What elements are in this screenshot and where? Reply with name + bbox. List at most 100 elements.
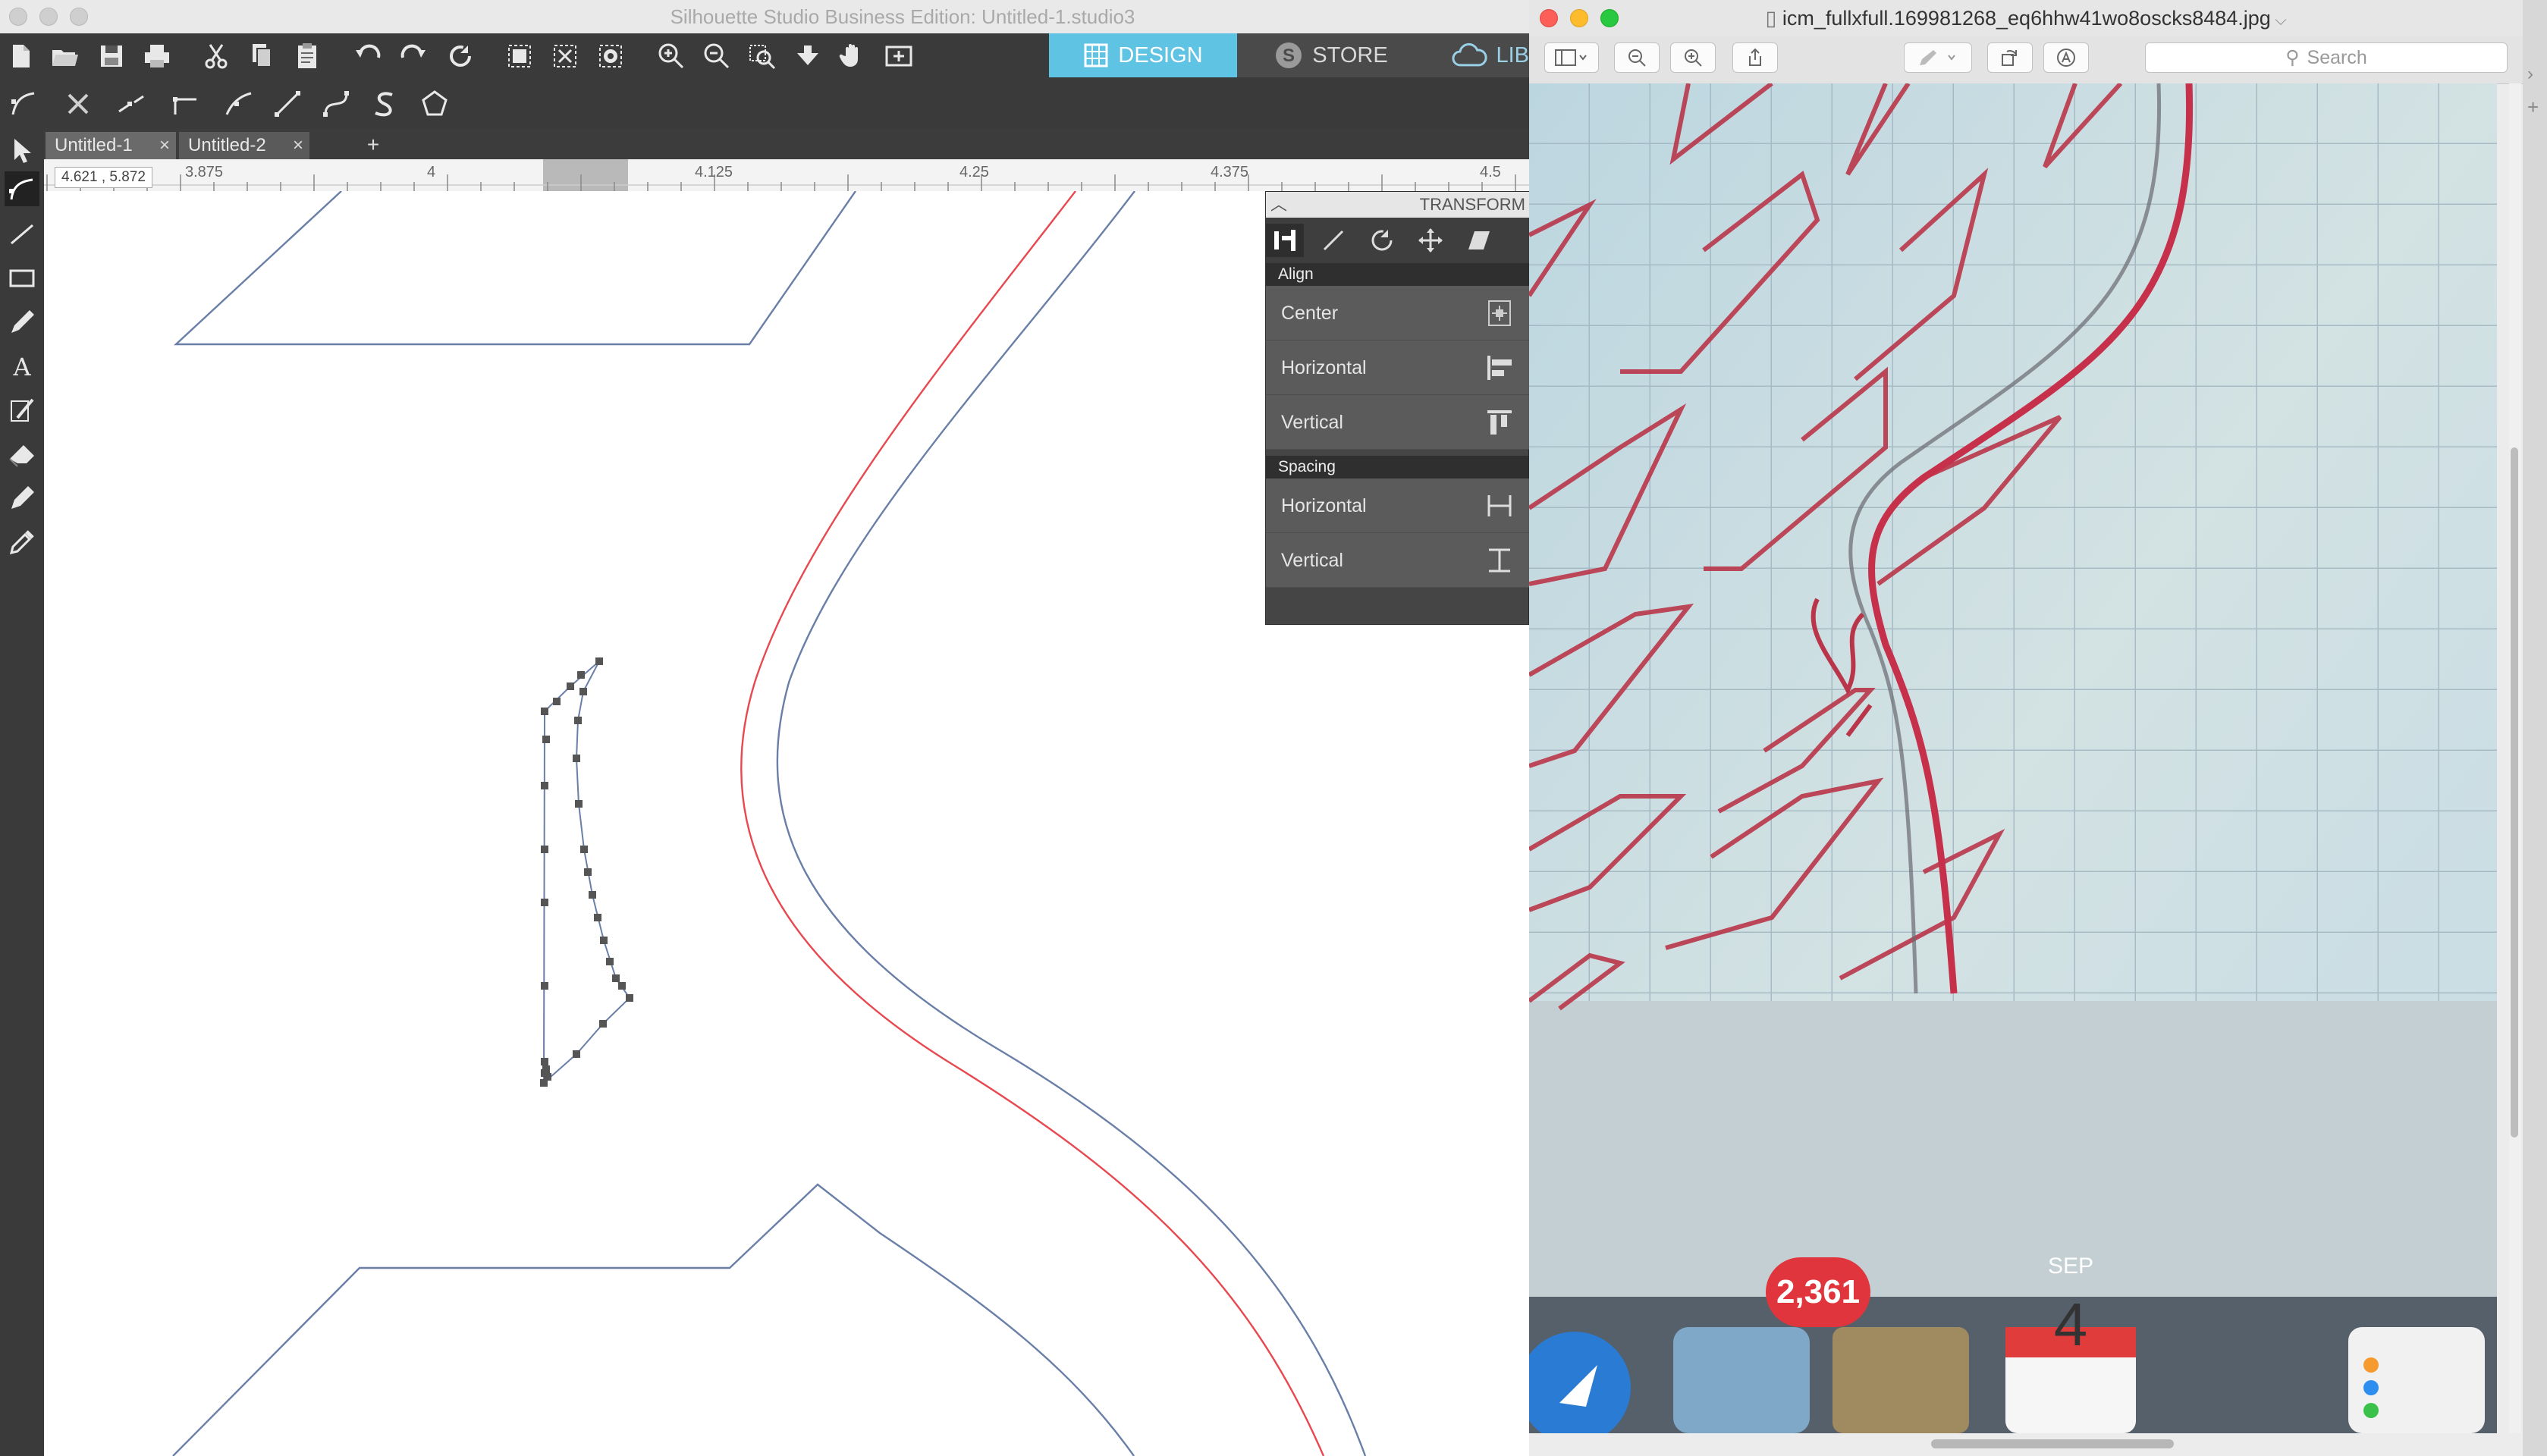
add-tab-button[interactable]: + [360,132,387,159]
pan-hand-icon[interactable] [836,39,871,74]
paste-icon[interactable] [290,39,325,74]
spacing-vertical-row[interactable]: Vertical [1266,533,1529,588]
zoom-selection-icon[interactable] [745,39,780,74]
markup-pen-icon[interactable] [1904,42,1972,73]
edit-point-handle [574,717,582,724]
plus-icon[interactable]: + [2527,96,2539,119]
tab-library[interactable]: LIB [1425,33,1529,77]
vertical-scrollbar[interactable] [2509,83,2521,1433]
knife-tool-icon[interactable] [5,393,39,428]
share-icon[interactable] [1732,42,1778,73]
edit-point-handle [544,1073,551,1081]
print-icon[interactable] [140,39,174,74]
background-window-edge: › + [2523,0,2547,1456]
redo-icon[interactable] [396,39,431,74]
edit-point-handle [541,846,548,853]
close-tab-icon[interactable]: × [293,132,303,159]
edit-point-handle [541,782,548,789]
align-horizontal-row[interactable]: Horizontal [1266,340,1529,395]
eyedropper-tool-icon[interactable] [5,525,39,560]
chevron-right-icon[interactable]: › [2527,64,2533,85]
select-arrow-icon[interactable] [5,133,39,168]
zoom-in-icon[interactable] [654,39,689,74]
group-icon[interactable] [502,39,537,74]
make-corner-icon[interactable] [168,86,203,121]
text-tool-icon[interactable]: A [5,349,39,384]
align-horizontal-label: Horizontal [1281,357,1367,378]
rotate-tab-icon[interactable] [1363,224,1401,257]
align-center-row[interactable]: Center [1266,286,1529,340]
align-vertical-label: Vertical [1281,412,1343,433]
markup-toolbar-icon[interactable] [2043,42,2089,73]
sidebar-toggle-icon[interactable] [1544,42,1599,73]
spacing-horizontal-row[interactable]: Horizontal [1266,479,1529,533]
align-left-icon[interactable] [1484,353,1515,383]
align-top-icon[interactable] [1484,407,1515,438]
delete-point-icon[interactable] [61,86,96,121]
ruler-label: 3.875 [185,164,224,180]
straighten-segment-icon[interactable] [270,86,305,121]
scale-tab-icon[interactable] [1314,224,1352,257]
curve-segment-icon[interactable] [319,86,353,121]
tab-store[interactable]: S STORE [1237,33,1425,77]
ruler-label: 4.5 [1480,164,1501,180]
calendar-month: SEP [2047,1254,2094,1279]
preview-file-title[interactable]: ▯ icm_fullxfull.169981268_eq6hhw41wo8osc… [1529,0,2523,36]
edit-point-handle [573,1050,580,1058]
break-path-icon[interactable] [114,86,149,121]
ungroup-icon[interactable] [548,39,583,74]
move-tab-icon[interactable] [1412,224,1449,257]
align-vertical-row[interactable]: Vertical [1266,395,1529,450]
zoom-out-icon[interactable] [1614,42,1660,73]
edit-points-icon[interactable] [6,86,41,121]
align-tab-icon[interactable] [1266,224,1304,257]
make-smooth-icon[interactable] [221,86,256,121]
space-vertical-icon[interactable] [1484,545,1515,576]
cut-icon[interactable] [199,39,234,74]
svg-text:A: A [12,353,31,381]
freehand-tool-icon[interactable] [5,305,39,340]
shear-tab-icon[interactable] [1460,224,1498,257]
close-tab-icon[interactable]: × [159,132,170,159]
rectangle-tool-icon[interactable] [5,261,39,296]
cloud-icon [1452,42,1487,67]
shape-outline-top [173,191,856,346]
edit-point-handle [577,671,585,679]
pen-tool-icon[interactable] [5,481,39,516]
add-page-icon[interactable] [881,39,916,74]
line-tool-icon[interactable] [5,217,39,252]
save-icon[interactable] [94,39,129,74]
align-center-icon[interactable] [1484,298,1515,328]
svg-text:S: S [1283,46,1295,66]
edit-point-handle [541,899,548,906]
copy-icon[interactable] [244,39,279,74]
point-edit-tool-icon[interactable] [5,171,39,206]
horizontal-scroll-thumb[interactable] [1931,1439,2174,1448]
selected-sliver-shape[interactable] [540,657,633,1087]
search-input[interactable]: ⚲ Search [2145,42,2508,73]
tab-untitled-1[interactable]: Untitled-1 × [46,132,176,159]
space-horizontal-icon[interactable] [1484,491,1515,521]
collapse-chevron-icon[interactable]: ︿ [1270,192,1287,218]
new-file-icon[interactable] [3,39,38,74]
eraser-tool-icon[interactable] [5,437,39,472]
edit-point-handle [573,755,580,762]
spacing-horizontal-label: Horizontal [1281,495,1367,516]
open-folder-icon[interactable] [47,39,82,74]
vertical-scroll-thumb[interactable] [2511,447,2518,1138]
polygon-icon[interactable] [417,86,452,121]
undo-icon[interactable] [350,39,385,74]
zoom-out-icon[interactable] [699,39,734,74]
tab-design[interactable]: DESIGN [1049,33,1237,77]
tab-untitled-2[interactable]: Untitled-2 × [179,132,309,159]
redraw-icon[interactable] [443,39,478,74]
horizontal-scrollbar[interactable] [1529,1433,2523,1456]
zoom-in-icon[interactable] [1670,42,1716,73]
release-compound-icon[interactable] [593,39,628,74]
cut-line-red [740,191,1325,1456]
tab-library-label: LIB [1496,42,1529,67]
rotate-icon[interactable] [1987,42,2033,73]
simplify-icon[interactable] [367,86,402,121]
edit-point-handle [542,736,550,743]
fit-to-page-icon[interactable] [790,39,825,74]
